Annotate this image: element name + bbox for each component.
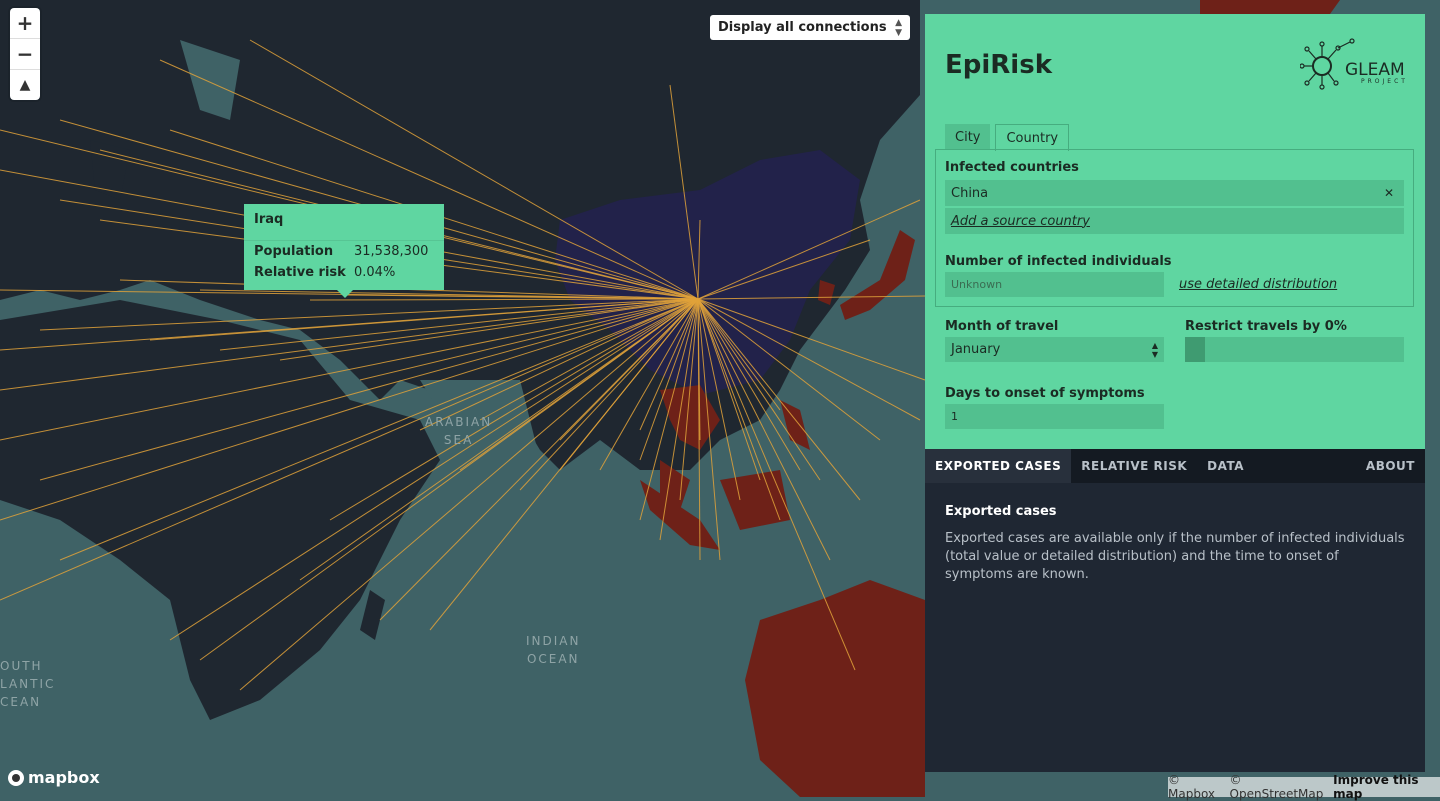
arabian-sea-label: ARABIAN SEA xyxy=(425,415,493,447)
map-navigation-control: + − ▲ xyxy=(10,8,40,100)
gleam-logo-subtext: PROJECT xyxy=(1361,78,1408,85)
tab-city[interactable]: City xyxy=(945,124,991,150)
tab-exported-cases[interactable]: EXPORTED CASES xyxy=(925,449,1072,483)
source-type-tabs: City Country xyxy=(945,124,1070,151)
zoom-out-button[interactable]: − xyxy=(10,39,40,70)
tooltip-title: Iraq xyxy=(244,204,444,241)
infected-country-value: China xyxy=(951,185,989,201)
select-arrows-icon: ▲ ▼ xyxy=(895,17,902,38)
country-tooltip: Iraq Population 31,538,300 Relative risk… xyxy=(244,204,444,298)
days-input[interactable]: 1 xyxy=(945,404,1164,429)
tooltip-population-value: 31,538,300 xyxy=(354,244,429,259)
restrict-label: Restrict travels by 0% xyxy=(1185,319,1347,334)
tab-about[interactable]: ABOUT xyxy=(1356,449,1425,483)
month-label: Month of travel xyxy=(945,319,1059,334)
remove-country-icon[interactable]: ✕ xyxy=(1384,186,1394,200)
tooltip-population-row: Population 31,538,300 xyxy=(244,241,444,262)
zoom-in-button[interactable]: + xyxy=(10,8,40,39)
tab-relative-risk[interactable]: RELATIVE RISK xyxy=(1071,449,1197,483)
connections-select-value: Display all connections xyxy=(718,20,887,35)
content-title: Exported cases xyxy=(945,504,1057,519)
num-infected-label: Number of infected individuals xyxy=(945,254,1172,269)
mapbox-logo-text: mapbox xyxy=(28,768,100,787)
content-text: Exported cases are available only if the… xyxy=(945,531,1405,582)
connections-select[interactable]: Display all connections ▲ ▼ xyxy=(710,15,910,40)
add-source-link[interactable]: Add a source country xyxy=(951,214,1090,229)
compass-button[interactable]: ▲ xyxy=(10,70,40,100)
num-infected-input[interactable]: Unknown xyxy=(945,272,1164,297)
month-select-value: January xyxy=(951,342,1001,357)
tooltip-population-label: Population xyxy=(254,244,334,259)
tab-country[interactable]: Country xyxy=(995,124,1070,151)
mapbox-logo[interactable]: mapbox xyxy=(8,768,100,787)
mapbox-logo-icon xyxy=(8,769,24,786)
tab-data[interactable]: DATA xyxy=(1197,449,1254,483)
detailed-distribution-link[interactable]: use detailed distribution xyxy=(1179,277,1337,292)
restrict-slider-handle[interactable] xyxy=(1185,337,1205,362)
map-attribution: © Mapbox © OpenStreetMap Improve this ma… xyxy=(1168,773,1440,801)
results-tabs: EXPORTED CASES RELATIVE RISK DATA ABOUT xyxy=(925,449,1425,483)
infected-countries-label: Infected countries xyxy=(945,160,1079,175)
tooltip-risk-value: 0.04% xyxy=(354,265,396,280)
select-arrows-icon: ▲ ▼ xyxy=(1151,340,1158,359)
infected-country-chip[interactable]: China ✕ xyxy=(945,180,1404,206)
add-source-field[interactable]: Add a source country xyxy=(945,208,1404,234)
epirisk-panel: EpiRisk GLEAM PROJECT City Country Infec… xyxy=(925,14,1425,772)
month-select[interactable]: January ▲ ▼ xyxy=(945,337,1164,362)
panel-controls: EpiRisk GLEAM PROJECT City Country Infec… xyxy=(925,14,1425,449)
tooltip-risk-row: Relative risk 0.04% xyxy=(244,262,444,283)
indian-ocean-label: INDIAN OCEAN xyxy=(526,634,581,666)
gleam-logo-text: GLEAM xyxy=(1345,60,1405,80)
tooltip-arrow xyxy=(337,290,353,298)
tooltip-risk-label: Relative risk xyxy=(254,265,346,280)
panel-title: EpiRisk xyxy=(945,50,1052,80)
restrict-slider[interactable] xyxy=(1185,337,1404,362)
atlantic-ocean-label: OUTH LANTIC CEAN xyxy=(0,659,56,709)
days-label: Days to onset of symptoms xyxy=(945,386,1145,401)
